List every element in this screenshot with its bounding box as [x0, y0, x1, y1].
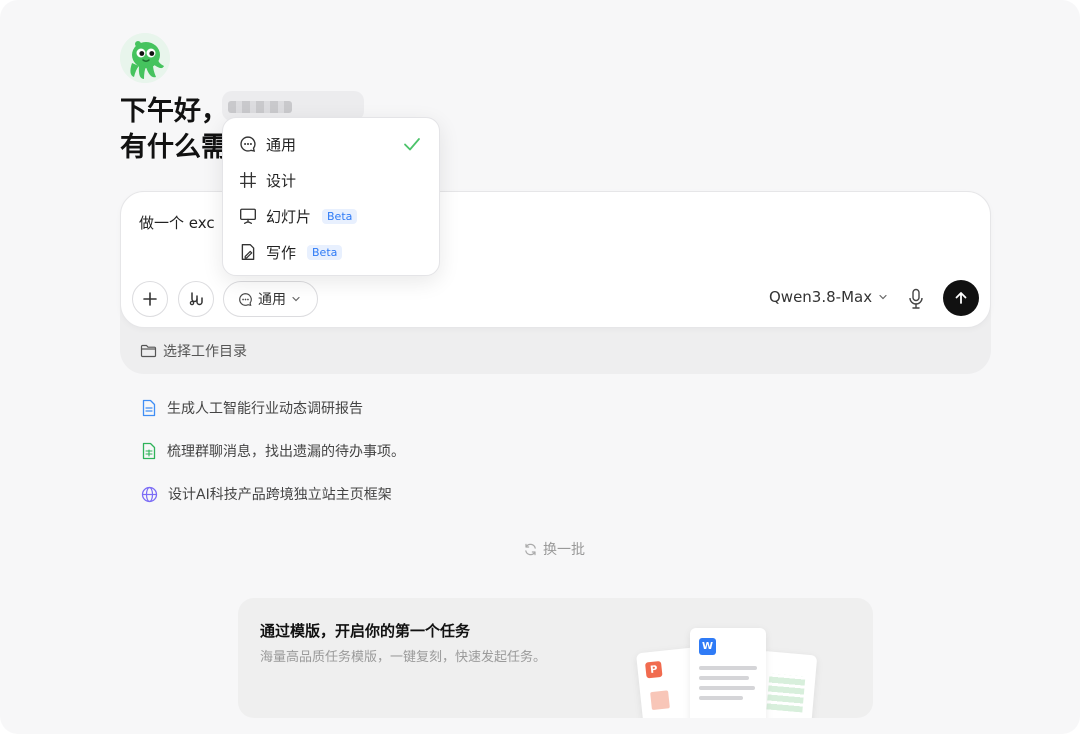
chat-bubble-icon	[239, 292, 252, 306]
template-promo-card[interactable]: 通过模版，开启你的第一个任务 海量高品质任务模版，一键复刻，快速发起任务。 P …	[238, 598, 873, 718]
mode-option-label: 幻灯片	[266, 207, 312, 226]
mode-option-slides[interactable]: 幻灯片 Beta	[223, 198, 439, 234]
suggestion-item[interactable]: 梳理群聊消息，找出遗漏的待办事项。	[141, 441, 405, 461]
template-card-title: 通过模版，开启你的第一个任务	[260, 622, 471, 640]
mode-option-label: 写作	[266, 243, 297, 262]
pen-document-icon	[241, 244, 255, 260]
greeting-line-1: 下午好，	[120, 96, 228, 127]
select-workdir-label: 选择工作目录	[163, 344, 247, 360]
pixelated-name-block	[228, 101, 292, 113]
chevron-down-icon	[292, 296, 300, 302]
mascot-avatar	[120, 33, 170, 83]
document-icon	[142, 399, 156, 417]
select-workdir-button[interactable]: 选择工作目录	[140, 341, 247, 361]
prompt-input[interactable]: 做一个 exc	[139, 212, 215, 233]
globe-icon	[141, 486, 158, 502]
mode-option-writing[interactable]: 写作 Beta	[223, 234, 439, 270]
connector-icon	[189, 292, 203, 306]
suggestion-label: 设计AI科技产品跨境独立站主页框架	[168, 487, 392, 503]
template-card-subtitle: 海量高品质任务模版，一键复刻，快速发起任务。	[260, 650, 547, 665]
suggestion-label: 生成人工智能行业动态调研报告	[167, 401, 363, 417]
word-badge: W	[699, 638, 716, 655]
greeting-line-2: 有什么需	[120, 132, 228, 163]
mode-selector[interactable]: 通用	[223, 281, 318, 317]
suggestion-item[interactable]: 生成人工智能行业动态调研报告	[141, 398, 363, 418]
checkmark-icon	[404, 138, 420, 151]
app-window: 下午好， 有什么需 做一个 exc 通用 Qwen3.8-Max 选择工作目录 …	[0, 0, 1080, 734]
presentation-icon	[240, 208, 256, 224]
chat-bubble-icon	[240, 136, 256, 152]
mode-option-label: 通用	[266, 135, 297, 154]
beta-badge: Beta	[322, 208, 358, 224]
suggestion-label: 梳理群聊消息，找出遗漏的待办事项。	[167, 444, 405, 460]
greeting-heading: 下午好， 有什么需	[120, 94, 228, 166]
arrow-up-icon	[955, 292, 967, 304]
send-button[interactable]	[943, 280, 979, 316]
chevron-down-icon	[879, 294, 887, 300]
mode-option-label: 设计	[266, 171, 297, 190]
plus-icon	[143, 292, 157, 306]
model-selector[interactable]: Qwen3.8-Max	[769, 288, 888, 306]
beta-badge: Beta	[307, 244, 343, 260]
model-selector-label: Qwen3.8-Max	[769, 288, 873, 306]
suggestion-item[interactable]: 设计AI科技产品跨境独立站主页框架	[141, 484, 392, 504]
hash-frame-icon	[240, 172, 256, 188]
spreadsheet-icon	[142, 442, 156, 460]
mode-option-design[interactable]: 设计	[223, 162, 439, 198]
mode-selector-label: 通用	[258, 292, 286, 308]
word-doc-thumbnail: W	[690, 628, 766, 718]
refresh-suggestions-button[interactable]: 换一批	[523, 539, 585, 559]
microphone-icon[interactable]	[907, 288, 925, 310]
refresh-icon	[525, 543, 536, 555]
add-attachment-button[interactable]	[132, 281, 168, 317]
tools-button[interactable]	[178, 281, 214, 317]
folder-icon	[140, 344, 157, 358]
ppt-badge: P	[644, 660, 663, 679]
refresh-label: 换一批	[543, 542, 585, 558]
mode-option-general[interactable]: 通用	[223, 126, 439, 162]
mode-dropdown-menu: 通用 设计 幻灯片 Beta 写作 Beta	[222, 117, 440, 276]
